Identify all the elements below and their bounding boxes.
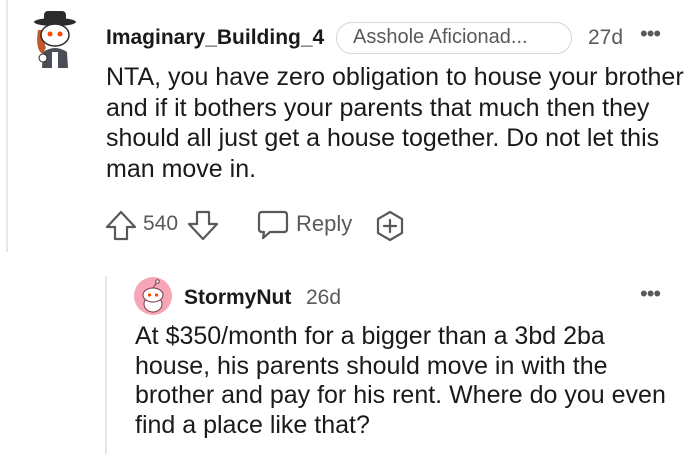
reply-timestamp: 26d [306,286,342,309]
reply-more-options-icon[interactable]: ••• [640,282,661,306]
reply-thread-line[interactable] [105,276,107,454]
reply-author[interactable]: StormyNut [184,286,291,310]
downvote-arrow-icon[interactable] [186,208,220,242]
speech-bubble-icon[interactable] [256,209,290,241]
reply-button[interactable]: Reply [296,212,352,236]
upvote-arrow-icon[interactable] [104,208,138,242]
user-avatar[interactable] [28,8,82,70]
reply-user-avatar[interactable] [134,277,172,315]
more-options-icon[interactable]: ••• [640,22,661,46]
vote-score: 540 [143,212,179,235]
comment-body: NTA, you have zero obligation to house y… [106,63,684,183]
thread-line[interactable] [6,0,8,252]
award-plus-icon[interactable] [373,209,407,243]
comment-timestamp: 27d [588,26,624,49]
comment-author[interactable]: Imaginary_Building_4 [106,26,324,50]
reply-body: At $350/month for a bigger than a 3bd 2b… [135,322,666,439]
user-flair: Asshole Aficionad... [336,22,572,54]
